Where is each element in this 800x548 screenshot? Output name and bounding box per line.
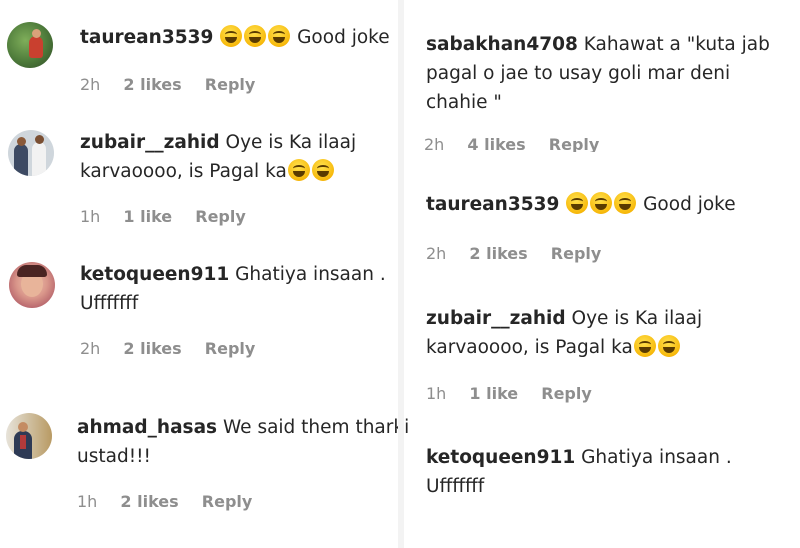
avatar[interactable] bbox=[9, 262, 55, 308]
username-link[interactable]: zubair__zahid bbox=[426, 308, 566, 329]
laughing-emoji-icon bbox=[244, 25, 267, 47]
laughing-emoji-icon bbox=[633, 335, 656, 357]
username-link[interactable]: ketoqueen911 bbox=[426, 447, 575, 468]
reply-button[interactable]: Reply bbox=[195, 207, 246, 226]
comment-time: 1h bbox=[80, 207, 101, 226]
comment-body: ahmad_hasas We said them tharki ustad!!! bbox=[77, 413, 409, 471]
comment-text-line: Oye is Ka ilaaj bbox=[225, 132, 357, 153]
comment-body: zubair__zahid Oye is Ka ilaaj karvaoooo,… bbox=[80, 128, 356, 186]
comment-body: zubair__zahid Oye is Ka ilaaj karvaoooo,… bbox=[426, 304, 702, 362]
comment-text-line: chahie " bbox=[426, 92, 502, 113]
comment-text-line: karvaoooo, is Pagal ka bbox=[80, 161, 287, 182]
username-link[interactable]: taurean3539 bbox=[426, 194, 559, 215]
comment-text: Good joke bbox=[297, 27, 390, 48]
comment-text-line: Oye is Ka ilaaj bbox=[571, 308, 703, 329]
avatar[interactable] bbox=[7, 22, 53, 68]
laughing-emoji-icon bbox=[657, 335, 680, 357]
comment-meta: 2h 2 likes Reply bbox=[80, 75, 255, 94]
reply-button[interactable]: Reply bbox=[202, 492, 253, 511]
likes-count[interactable]: 2 likes bbox=[123, 339, 181, 358]
comment-meta: 1h 1 like Reply bbox=[80, 207, 246, 226]
comment-body: sabakhan4708 Kahawat a "kuta jab pagal o… bbox=[426, 30, 770, 117]
username-link[interactable]: ahmad_hasas bbox=[77, 417, 217, 438]
likes-count[interactable]: 2 likes bbox=[120, 492, 178, 511]
comment-text-line: ustad!!! bbox=[77, 446, 151, 467]
cut-off-meta-wrapper: 2h 4 likes Reply bbox=[402, 134, 800, 152]
comment-text-line: karvaoooo, is Pagal ka bbox=[426, 337, 633, 358]
username-link[interactable]: sabakhan4708 bbox=[426, 34, 578, 55]
comment-time: 2h bbox=[426, 244, 447, 263]
comment-time: 2h bbox=[80, 75, 101, 94]
comment-time: 1h bbox=[426, 384, 447, 403]
laughing-emoji-icon bbox=[590, 192, 613, 214]
reply-button[interactable]: Reply bbox=[205, 339, 256, 358]
laughing-emoji-icon bbox=[614, 192, 637, 214]
comment-text-line: Ufffffff bbox=[426, 476, 485, 497]
comment-line: taurean3539 Good joke bbox=[80, 23, 390, 52]
reply-button[interactable]: Reply bbox=[205, 75, 256, 94]
comment-meta: 2h 4 likes Reply bbox=[424, 135, 599, 152]
reply-button[interactable]: Reply bbox=[541, 384, 592, 403]
username-link[interactable]: zubair__zahid bbox=[80, 132, 220, 153]
comment-time: 2h bbox=[80, 339, 101, 358]
comment-body: ketoqueen911 Ghatiya insaan . Ufffffff bbox=[426, 443, 732, 501]
comment-text-line: Ghatiya insaan . bbox=[581, 447, 732, 468]
laughing-emoji-icon bbox=[566, 192, 589, 214]
laughing-emoji-icon bbox=[287, 159, 310, 181]
reply-button[interactable]: Reply bbox=[549, 135, 600, 152]
comment-time: 1h bbox=[77, 492, 98, 511]
laughing-emoji-icon bbox=[268, 25, 291, 47]
likes-count[interactable]: 1 like bbox=[469, 384, 518, 403]
left-comments-panel: taurean3539 Good joke 2h 2 likes Reply z… bbox=[0, 0, 409, 548]
comment-meta: 2h 2 likes Reply bbox=[426, 244, 601, 263]
likes-count[interactable]: 1 like bbox=[123, 207, 172, 226]
right-comments-panel: sabakhan4708 Kahawat a "kuta jab pagal o… bbox=[402, 0, 800, 548]
laughing-emoji-icon bbox=[220, 25, 243, 47]
comment-text: Good joke bbox=[643, 194, 736, 215]
comment-meta: 2h 2 likes Reply bbox=[80, 339, 255, 358]
comment-body: ketoqueen911 Ghatiya insaan . Ufffffff bbox=[80, 260, 386, 318]
likes-count[interactable]: 2 likes bbox=[123, 75, 181, 94]
username-link[interactable]: taurean3539 bbox=[80, 27, 213, 48]
reply-button[interactable]: Reply bbox=[551, 244, 602, 263]
username-link[interactable]: ketoqueen911 bbox=[80, 264, 229, 285]
avatar[interactable] bbox=[8, 130, 54, 176]
comment-time: 2h bbox=[424, 135, 445, 152]
comment-text-line: Ufffffff bbox=[80, 293, 139, 314]
laughing-emoji-icon bbox=[311, 159, 334, 181]
comment-meta: 1h 1 like Reply bbox=[426, 384, 592, 403]
likes-count[interactable]: 2 likes bbox=[469, 244, 527, 263]
comment-meta: 1h 2 likes Reply bbox=[77, 492, 252, 511]
avatar[interactable] bbox=[6, 413, 52, 459]
comment-text-line: We said them tharki bbox=[222, 417, 410, 438]
comment-line: taurean3539 Good joke bbox=[426, 190, 736, 219]
comment-text-line: pagal o jae to usay goli mar deni bbox=[426, 63, 731, 84]
likes-count[interactable]: 4 likes bbox=[467, 135, 525, 152]
comment-text-line: Kahawat a "kuta jab bbox=[583, 34, 770, 55]
comment-text-line: Ghatiya insaan . bbox=[235, 264, 386, 285]
